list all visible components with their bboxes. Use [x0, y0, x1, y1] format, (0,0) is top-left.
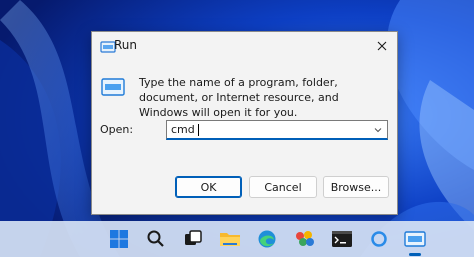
text-caret: [198, 124, 199, 136]
chevron-down-icon[interactable]: [373, 125, 383, 135]
title-bar[interactable]: Run: [92, 32, 397, 60]
search-icon[interactable]: [144, 227, 168, 251]
open-input[interactable]: cmd: [171, 123, 195, 136]
cortana-icon[interactable]: [367, 227, 391, 251]
file-explorer-icon[interactable]: [218, 227, 242, 251]
edge-icon[interactable]: [255, 227, 279, 251]
store-icon[interactable]: [293, 227, 317, 251]
run-dialog: Run Type the name of a program, folder, …: [91, 31, 398, 215]
close-icon: [377, 41, 387, 51]
dialog-title: Run: [114, 38, 138, 52]
ok-button[interactable]: OK: [175, 176, 242, 198]
taskbar: [0, 221, 474, 257]
terminal-icon[interactable]: [330, 227, 354, 251]
cancel-button[interactable]: Cancel: [249, 176, 317, 198]
task-view-icon[interactable]: [181, 227, 205, 251]
dialog-description: Type the name of a program, folder, docu…: [139, 76, 339, 119]
run-icon: [101, 77, 125, 97]
open-label: Open:: [100, 123, 134, 136]
browse-button[interactable]: Browse...: [323, 176, 389, 198]
run-icon[interactable]: [403, 227, 427, 251]
open-combobox[interactable]: cmd: [166, 120, 388, 140]
start-icon[interactable]: [107, 227, 131, 251]
close-button[interactable]: [371, 35, 393, 57]
active-app-indicator: [409, 253, 421, 256]
